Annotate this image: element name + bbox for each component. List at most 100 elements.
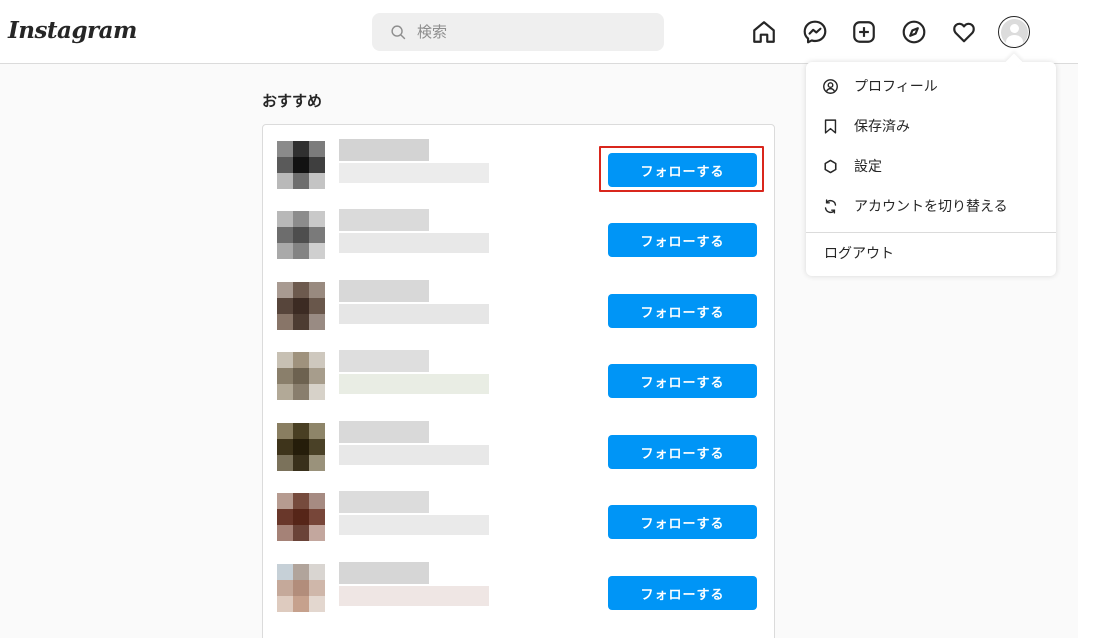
avatar-pixel — [309, 455, 325, 471]
avatar-pixel — [309, 211, 325, 227]
new-post-button[interactable] — [851, 19, 877, 45]
name-pixel-block — [339, 491, 429, 513]
user-avatar[interactable] — [277, 211, 325, 259]
home-button[interactable] — [751, 19, 777, 45]
menu-item-settings[interactable]: 設定 — [806, 146, 1056, 186]
user-name-blurred[interactable] — [339, 350, 559, 396]
avatar-pixel — [293, 141, 309, 157]
avatar-pixel — [293, 493, 309, 509]
menu-item-logout[interactable]: ログアウト — [806, 233, 1056, 273]
avatar-pixel — [293, 314, 309, 330]
avatar-pixel — [293, 423, 309, 439]
avatar-pixel — [309, 564, 325, 580]
suggestion-row: フォローする — [263, 266, 776, 336]
avatar-pixel — [277, 384, 293, 400]
user-avatar[interactable] — [277, 282, 325, 330]
avatar-pixel — [309, 314, 325, 330]
avatar-pixel — [309, 423, 325, 439]
avatar-pixel — [277, 314, 293, 330]
user-name-blurred[interactable] — [339, 139, 559, 185]
profile-avatar-button[interactable] — [998, 16, 1030, 48]
user-avatar[interactable] — [277, 493, 325, 541]
name-pixel-block — [339, 304, 489, 324]
name-pixel-block — [339, 139, 429, 161]
menu-item-saved[interactable]: 保存済み — [806, 106, 1056, 146]
avatar-pixel — [277, 596, 293, 612]
avatar-pixel — [277, 211, 293, 227]
avatar-pixel — [293, 509, 309, 525]
follow-button[interactable]: フォローする — [608, 364, 757, 398]
activity-button[interactable] — [951, 19, 977, 45]
suggestion-row: フォローする — [263, 195, 776, 265]
avatar-pixel — [277, 157, 293, 173]
menu-item-label: 設定 — [854, 159, 882, 175]
avatar-pixel — [309, 580, 325, 596]
user-name-blurred[interactable] — [339, 280, 559, 326]
avatar-pixel — [309, 173, 325, 189]
user-name-blurred[interactable] — [339, 491, 559, 537]
user-name-blurred[interactable] — [339, 421, 559, 467]
name-pixel-block — [339, 562, 429, 584]
avatar-pixel — [309, 141, 325, 157]
avatar-pixel — [309, 596, 325, 612]
avatar-pixel — [293, 596, 309, 612]
profile-dropdown-menu: プロフィール 保存済み 設定 アカウントを切り替える ログアウト — [806, 62, 1056, 276]
menu-item-label: 保存済み — [854, 119, 910, 135]
name-pixel-block — [339, 350, 429, 372]
user-avatar[interactable] — [277, 352, 325, 400]
name-pixel-block — [339, 209, 429, 231]
avatar-pixel — [309, 493, 325, 509]
home-icon — [753, 21, 775, 43]
avatar-pixel — [293, 211, 309, 227]
avatar-pixel — [277, 564, 293, 580]
avatar-pixel — [277, 243, 293, 259]
search-bar[interactable] — [372, 13, 664, 51]
avatar-pixel — [277, 298, 293, 314]
user-avatar[interactable] — [277, 141, 325, 189]
suggestions-card: フォローする フォローする フォローする フォローする フォローする フォローす… — [262, 124, 775, 638]
avatar-pixel — [309, 298, 325, 314]
user-name-blurred[interactable] — [339, 209, 559, 255]
name-pixel-block — [339, 586, 489, 606]
avatar-pixel — [277, 282, 293, 298]
avatar-pixel — [277, 455, 293, 471]
name-pixel-block — [339, 163, 489, 183]
search-input[interactable] — [417, 23, 647, 41]
gear-icon — [824, 159, 837, 173]
avatar-pixel — [277, 368, 293, 384]
profile-icon — [823, 78, 838, 94]
avatar-pixel — [277, 141, 293, 157]
suggestion-row: フォローする — [263, 407, 776, 477]
menu-item-switch-account[interactable]: アカウントを切り替える — [806, 186, 1056, 226]
compass-icon — [902, 20, 926, 44]
follow-button[interactable]: フォローする — [608, 294, 757, 328]
follow-button[interactable]: フォローする — [608, 223, 757, 257]
follow-button[interactable]: フォローする — [608, 435, 757, 469]
messenger-icon — [803, 20, 827, 44]
avatar-pixel — [309, 509, 325, 525]
avatar-pixel — [293, 384, 309, 400]
follow-button[interactable]: フォローする — [608, 505, 757, 539]
user-avatar[interactable] — [277, 423, 325, 471]
menu-item-profile[interactable]: プロフィール — [806, 66, 1056, 106]
switch-icon — [824, 198, 837, 214]
avatar-pixel — [293, 227, 309, 243]
user-avatar[interactable] — [277, 564, 325, 612]
avatar-pixel — [293, 439, 309, 455]
avatar-pixel — [277, 525, 293, 541]
avatar-pixel — [277, 423, 293, 439]
avatar-pixel — [293, 368, 309, 384]
instagram-logo[interactable]: Instagram — [8, 17, 137, 44]
bookmark-icon — [824, 118, 837, 134]
avatar-pixel — [309, 157, 325, 173]
avatar-pixel — [293, 243, 309, 259]
explore-button[interactable] — [901, 19, 927, 45]
suggestion-row: フォローする — [263, 477, 776, 547]
avatar-pixel — [293, 282, 309, 298]
user-name-blurred[interactable] — [339, 562, 559, 608]
follow-button[interactable]: フォローする — [608, 153, 757, 187]
messenger-button[interactable] — [802, 19, 828, 45]
avatar-pixel — [309, 282, 325, 298]
avatar-pixel — [309, 384, 325, 400]
follow-button[interactable]: フォローする — [608, 576, 757, 610]
